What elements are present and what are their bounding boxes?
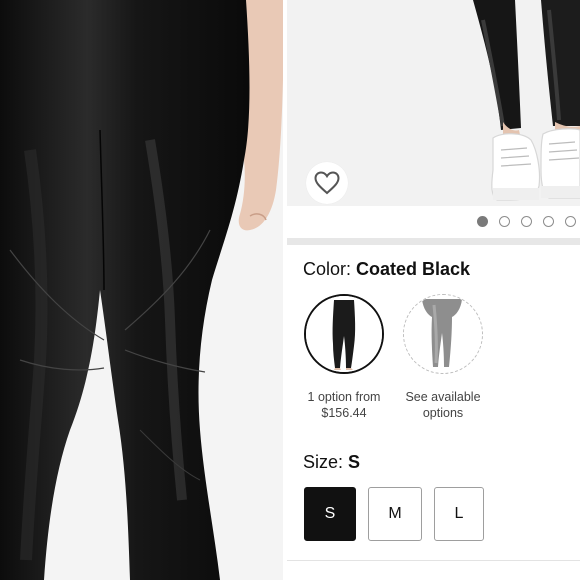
product-photo-large	[0, 0, 283, 580]
carousel-pagination	[287, 206, 580, 238]
grey-leggings-thumbnail	[404, 295, 481, 372]
swatch-price: $156.44	[321, 406, 367, 420]
section-divider	[287, 238, 580, 245]
color-label: Color:	[303, 259, 352, 279]
color-swatch-grey[interactable]	[403, 294, 483, 374]
swatch-caption-line: See available	[405, 390, 481, 404]
leggings-front-illustration	[0, 0, 283, 580]
black-leggings-thumbnail	[306, 296, 382, 372]
size-label: Size:	[303, 452, 344, 472]
size-selected-value: S	[348, 452, 361, 472]
swatch-caption-line: 1 option from	[307, 390, 381, 404]
size-heading: Size: S	[303, 452, 360, 473]
carousel-dot-3[interactable]	[521, 216, 532, 227]
swatch-caption-line: options	[422, 406, 464, 420]
favorite-button[interactable]	[306, 162, 348, 204]
swatch-caption-other: See available options	[393, 389, 493, 421]
color-swatch-coated-black[interactable]	[304, 294, 384, 374]
color-selected-value: Coated Black	[356, 259, 471, 279]
size-option-m[interactable]: M	[368, 487, 422, 541]
carousel-dot-1[interactable]	[477, 216, 488, 227]
size-option-s[interactable]: S	[304, 487, 356, 541]
carousel-dot-2[interactable]	[499, 216, 510, 227]
heart-outline-icon	[314, 171, 340, 195]
bottom-divider	[287, 560, 580, 561]
carousel-dot-5[interactable]	[565, 216, 576, 227]
swatch-caption-selected: 1 option from $156.44	[294, 389, 394, 421]
size-option-l[interactable]: L	[434, 487, 484, 541]
color-heading: Color: Coated Black	[303, 259, 470, 280]
carousel-dot-4[interactable]	[543, 216, 554, 227]
